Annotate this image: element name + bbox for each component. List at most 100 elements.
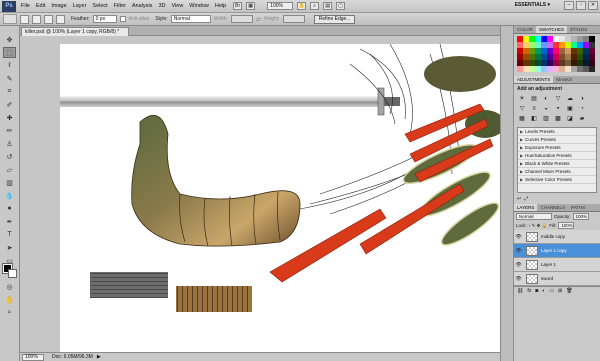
arrange-documents-icon[interactable]: ▤ [323,2,333,10]
refine-edge-button[interactable]: Refine Edge... [313,14,356,24]
new-group-icon[interactable]: ▭ [549,288,554,294]
menu-image[interactable]: Image [48,3,69,9]
expand-icon[interactable]: ⤢ [524,196,528,203]
opacity-input[interactable]: 100% [572,213,589,220]
adjustment-icon[interactable]: ☁ [565,95,575,104]
tab-styles[interactable]: STYLES [567,26,590,33]
close-icon[interactable]: ✕ [588,1,598,10]
gradient-tool-icon[interactable]: ▥ [3,177,16,188]
pen-tool-icon[interactable]: ✒ [3,216,16,227]
new-selection-icon[interactable] [20,14,29,24]
workspace-switcher[interactable]: ESSENTIALS ▾ [515,2,550,8]
tab-adjustments[interactable]: ADJUSTMENTS [514,76,554,83]
adjustment-icon[interactable]: ▨ [541,115,551,124]
menu-file[interactable]: File [18,3,33,9]
layer-row[interactable]: 👁 Layer 1 [514,258,600,272]
menu-edit[interactable]: Edit [33,3,48,9]
adjustment-icon[interactable]: ▽ [553,95,563,104]
collapsed-panel-strip[interactable] [500,26,514,361]
visibility-eye-icon[interactable]: 👁 [514,276,523,282]
menu-window[interactable]: Window [186,3,212,9]
tab-paths[interactable]: PATHS [568,204,588,211]
bridge-icon[interactable]: Br [233,2,243,10]
swap-icon[interactable]: ⇄ [256,16,261,23]
minimize-icon[interactable]: – [564,1,574,10]
menu-help[interactable]: Help [212,3,229,9]
link-layers-icon[interactable]: ⛓ [517,288,523,294]
adjustment-icon[interactable]: ◑ [577,95,587,104]
tab-color[interactable]: COLOR [514,26,536,33]
menu-analysis[interactable]: Analysis [129,3,155,9]
crop-tool-icon[interactable]: ⌗ [3,86,16,97]
delete-layer-icon[interactable]: 🗑 [566,288,572,294]
swatch[interactable] [589,66,595,72]
adjustment-icon[interactable]: ◒ [541,105,551,114]
background-color-swatch[interactable] [8,269,17,278]
tab-masks[interactable]: MASKS [553,76,575,83]
height-input[interactable] [282,15,305,23]
zoom-tool-icon[interactable]: ⌕ [310,2,320,10]
layer-row[interactable]: 👁 sword [514,272,600,286]
width-input[interactable] [230,15,253,23]
return-icon[interactable]: ↩ [517,196,521,203]
adjustment-icon[interactable]: ◪ [565,115,575,124]
status-zoom[interactable]: 100% [22,353,44,361]
adjustment-icon[interactable]: ≡ [529,105,539,114]
preset-item[interactable]: ▶ Black & White Presets [518,160,596,168]
dodge-tool-icon[interactable]: ● [3,203,16,214]
blend-mode-select[interactable]: Normal [516,213,552,220]
history-brush-tool-icon[interactable]: ↺ [3,151,16,162]
zoom-tool-icon[interactable]: ⌕ [3,307,16,318]
tool-preset-picker[interactable] [3,14,17,24]
layer-style-icon[interactable]: fx [527,288,531,294]
add-mask-icon[interactable]: ◙ [535,288,538,294]
screen-mode-icon[interactable]: ▢ [336,2,346,10]
layer-row[interactable]: 👁 Layer 1 copy [514,244,600,258]
visibility-eye-icon[interactable]: 👁 [514,248,523,254]
preset-item[interactable]: ▶ Hue/Saturation Presets [518,152,596,160]
type-tool-icon[interactable]: T [3,229,16,240]
adjustment-icon[interactable]: ▣ [565,105,575,114]
visibility-eye-icon[interactable]: 👁 [514,234,523,240]
preset-item[interactable]: ▶ Selective Color Presets [518,176,596,184]
visibility-eye-icon[interactable]: 👁 [514,262,523,268]
new-layer-icon[interactable]: ⊞ [558,288,562,294]
adjustment-icon[interactable]: ▽ [517,105,527,114]
menu-filter[interactable]: Filter [111,3,129,9]
adjustment-icon[interactable]: ◐ [541,95,551,104]
quick-select-tool-icon[interactable]: ✎ [3,73,16,84]
zoom-level-select[interactable]: 100% [267,2,294,10]
hand-tool-icon[interactable]: ✋ [3,294,16,305]
tab-layers[interactable]: LAYERS [514,204,538,211]
layer-row[interactable]: 👁 middle copy [514,230,600,244]
status-menu-icon[interactable]: ▶ [97,354,101,360]
path-select-tool-icon[interactable]: ➤ [3,242,16,253]
lock-icons[interactable]: ▫ ✎ ✥ 🔒 [529,223,548,229]
menu-layer[interactable]: Layer [70,3,90,9]
adjustment-icon[interactable]: ▤ [529,95,539,104]
fill-input[interactable]: 100% [558,222,575,229]
marquee-tool-icon[interactable]: ⬚ [3,47,16,58]
lasso-tool-icon[interactable]: ℓ [3,60,16,71]
document-tab[interactable]: killer.psd @ 100% (Layer 1 copy, RGB/8) … [21,27,129,36]
subtract-selection-icon[interactable] [44,14,53,24]
adjustment-icon[interactable]: ◓ [553,105,563,114]
adjustment-icon[interactable]: ◧ [529,115,539,124]
intersect-selection-icon[interactable] [56,14,65,24]
3d-orbit-tool-icon[interactable]: ◎ [3,281,16,292]
hand-tool-icon[interactable]: ✋ [297,2,307,10]
adjustment-icon[interactable]: ▦ [517,115,527,124]
move-tool-icon[interactable]: ✥ [3,34,16,45]
antialias-checkbox[interactable] [119,16,126,22]
style-select[interactable]: Normal [170,15,211,23]
feather-input[interactable]: 0 px [92,15,117,23]
maximize-icon[interactable]: ▫ [576,1,586,10]
brush-tool-icon[interactable]: ✏ [3,125,16,136]
adjustment-layer-icon[interactable]: ◐ [542,288,545,294]
clone-stamp-tool-icon[interactable]: ♙ [3,138,16,149]
eyedropper-tool-icon[interactable]: ✐ [3,99,16,110]
menu-view[interactable]: View [168,3,186,9]
preset-item[interactable]: ▶ Levels Presets [518,128,596,136]
adjustment-icon[interactable]: ◔ [577,105,587,114]
blur-tool-icon[interactable]: 💧 [3,190,16,201]
